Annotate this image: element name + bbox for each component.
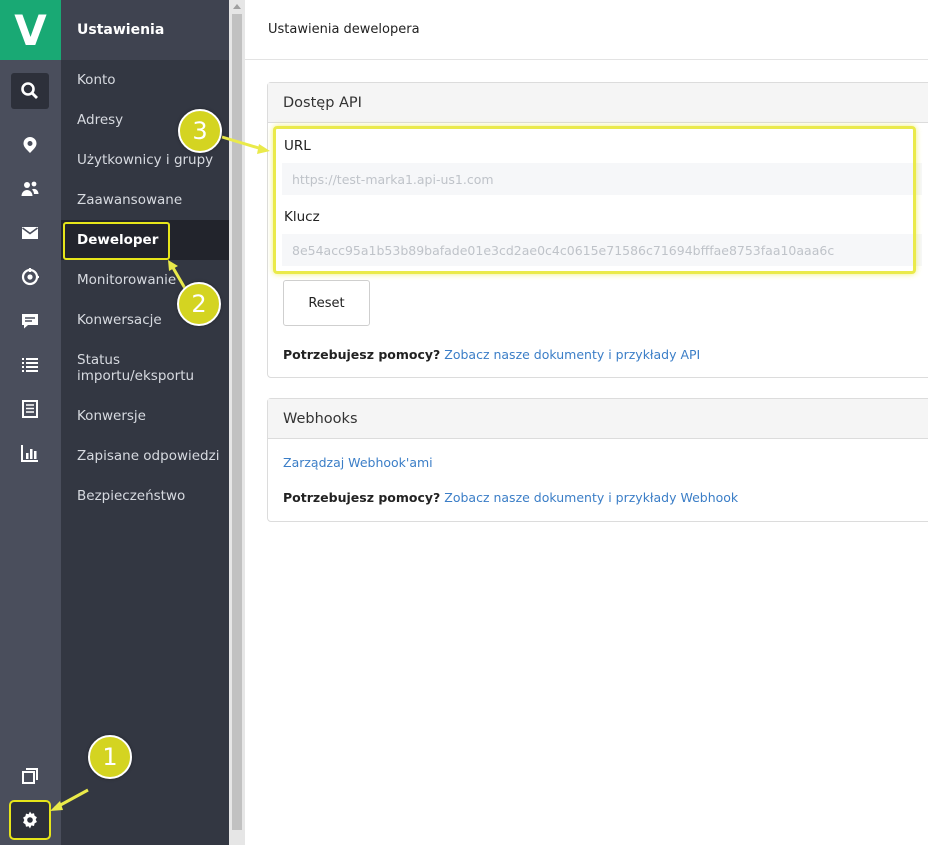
sidebar-item-saved-responses[interactable]: Zapisane odpowiedzi: [61, 448, 229, 464]
bar-chart-icon[interactable]: [11, 435, 49, 471]
webhooks-panel: Webhooks Zarządzaj Webhook'ami Potrzebuj…: [267, 398, 928, 522]
api-docs-link[interactable]: Zobacz nasze dokumenty i przykłady API: [444, 347, 700, 362]
page-title: Ustawienia dewelopera: [245, 0, 928, 60]
reset-button[interactable]: Reset: [283, 280, 370, 326]
sidebar-item-security[interactable]: Bezpieczeństwo: [61, 488, 229, 504]
credentials-highlight-box: [273, 126, 916, 274]
gear-icon[interactable]: [9, 800, 51, 840]
sidebar-scrollbar[interactable]: [229, 0, 245, 845]
logo-letter: V: [14, 5, 47, 55]
list-icon[interactable]: [11, 347, 49, 383]
contacts-icon[interactable]: [11, 171, 49, 207]
pages-icon[interactable]: [11, 758, 49, 794]
webhook-help-text: Potrzebujesz pomocy? Zobacz nasze dokume…: [283, 490, 738, 505]
sidebar-item-konto[interactable]: Konto: [61, 72, 229, 88]
api-help-text: Potrzebujesz pomocy? Zobacz nasze dokume…: [283, 347, 700, 362]
chat-icon[interactable]: [11, 303, 49, 339]
icon-rail: V: [0, 0, 61, 845]
sidebar-item-users-groups[interactable]: Użytkownicy i grupy: [61, 152, 229, 168]
callout-2: 2: [177, 282, 221, 326]
callout-3: 3: [178, 109, 222, 153]
app-logo[interactable]: V: [0, 0, 61, 60]
automation-icon[interactable]: [11, 259, 49, 295]
callout-1: 1: [88, 735, 132, 779]
sidebar-item-conversions[interactable]: Konwersje: [61, 408, 229, 424]
document-icon[interactable]: [11, 391, 49, 427]
sidebar-title: Ustawienia: [61, 0, 229, 60]
location-pin-icon[interactable]: [11, 127, 49, 163]
manage-webhooks-link[interactable]: Zarządzaj Webhook'ami: [283, 455, 433, 470]
webhooks-panel-title: Webhooks: [268, 399, 928, 439]
sidebar-item-advanced[interactable]: Zaawansowane: [61, 192, 229, 208]
envelope-icon[interactable]: [11, 215, 49, 251]
api-help-prefix: Potrzebujesz pomocy?: [283, 347, 441, 362]
sidebar-item-import-export-status[interactable]: Status importu/eksportu: [61, 352, 201, 384]
developer-highlight-box: [63, 222, 170, 260]
api-panel-title: Dostęp API: [268, 83, 928, 123]
search-icon[interactable]: [11, 73, 49, 109]
webhook-docs-link[interactable]: Zobacz nasze dokumenty i przykłady Webho…: [444, 490, 738, 505]
webhook-help-prefix: Potrzebujesz pomocy?: [283, 490, 441, 505]
scroll-up-arrow-icon[interactable]: [233, 4, 241, 9]
scrollbar-thumb[interactable]: [232, 14, 242, 830]
